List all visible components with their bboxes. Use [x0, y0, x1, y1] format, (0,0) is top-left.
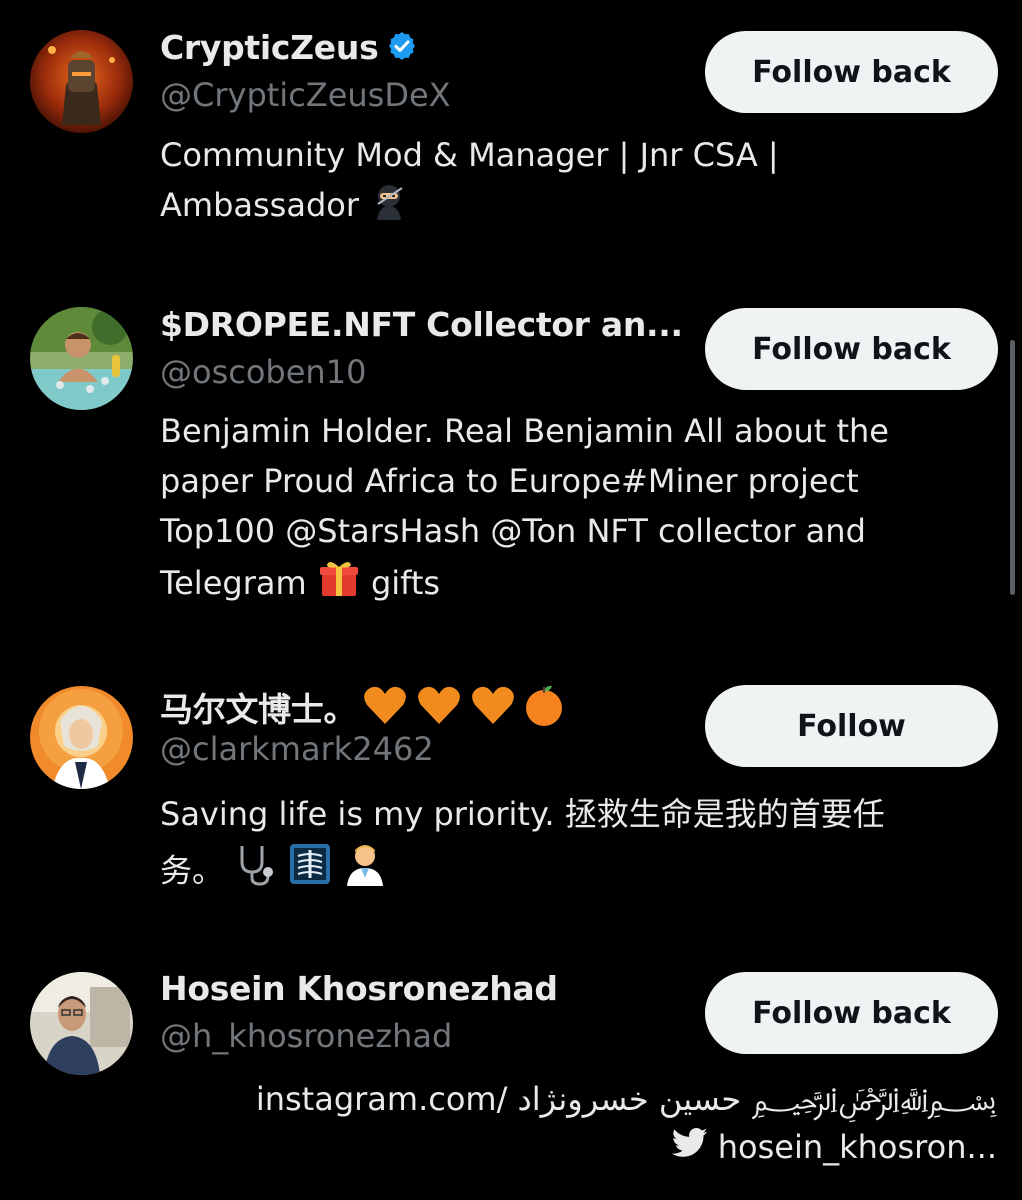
orange-heart-icon — [416, 683, 462, 731]
handle[interactable]: @oscoben10 — [160, 353, 366, 391]
bio-text: hosein_khosron... — [717, 1128, 997, 1166]
bio-line: hosein_khosron... — [671, 1128, 997, 1166]
gift-icon — [317, 556, 361, 614]
follow-back-button[interactable]: Follow back — [705, 972, 998, 1054]
ninja-icon — [369, 180, 409, 234]
orange-heart-icon — [470, 683, 516, 731]
bio-text: Ambassador — [160, 186, 359, 224]
bio-line: 务。 — [160, 842, 990, 903]
bio-text: instagram.com/ حسين خسرونژاد ﷽ — [255, 1080, 997, 1118]
display-name[interactable]: $DROPEE.NFT Collector an... — [160, 305, 683, 344]
account-row[interactable]: Hosein Khosronezhad @h_khosronezhad Foll… — [0, 940, 1022, 1200]
avatar[interactable] — [30, 30, 133, 133]
bio: Saving life is my priority. 拯救生命是我的首要任 务… — [160, 786, 990, 903]
scrollbar[interactable] — [1010, 340, 1015, 595]
bio-line: instagram.com/ حسين خسرونژاد ﷽ — [256, 1076, 997, 1131]
bio: Benjamin Holder. Real Benjamin All about… — [160, 406, 990, 614]
avatar[interactable] — [30, 307, 133, 410]
tangerine-icon — [522, 682, 566, 732]
bio-line: paper Proud Africa to Europe#Miner proje… — [160, 462, 859, 500]
bio-line: Ambassador — [160, 180, 990, 234]
bio-text: gifts — [370, 564, 441, 602]
bio-line: Saving life is my priority. 拯救生命是我的首要任 — [160, 795, 885, 833]
avatar[interactable] — [30, 972, 133, 1075]
xray-icon — [288, 842, 332, 903]
handle[interactable]: @clarkmark2462 — [160, 730, 434, 768]
bio-line: Top100 @StarsHash @Ton NFT collector and — [160, 512, 866, 550]
bio: Community Mod & Manager | Jnr CSA | Amba… — [160, 130, 990, 234]
display-name[interactable]: CrypticZeus — [160, 28, 379, 67]
display-name[interactable]: 马尔文博士。 — [160, 683, 357, 731]
orange-heart-icon — [362, 683, 408, 731]
handle[interactable]: @CrypticZeusDeX — [160, 76, 451, 114]
account-row[interactable]: CrypticZeus @CrypticZeusDeX Follow back … — [0, 0, 1022, 280]
bio-line: Community Mod & Manager | Jnr CSA | — [160, 136, 779, 174]
follow-back-button[interactable]: Follow back — [705, 308, 998, 390]
verified-badge-icon — [386, 30, 418, 66]
account-row[interactable]: $DROPEE.NFT Collector an... @oscoben10 F… — [0, 280, 1022, 650]
bio-text: Telegram — [160, 564, 307, 602]
avatar[interactable] — [30, 686, 133, 789]
bio-line: Telegram gifts — [160, 556, 990, 614]
follow-back-button[interactable]: Follow back — [705, 31, 998, 113]
bio-line: Benjamin Holder. Real Benjamin All about… — [160, 412, 889, 450]
bio-text: 务。 — [160, 851, 225, 890]
handle[interactable]: @h_khosronezhad — [160, 1017, 452, 1055]
stethoscope-icon — [234, 842, 278, 903]
health-worker-icon — [343, 842, 387, 903]
display-name[interactable]: Hosein Khosronezhad — [160, 969, 558, 1008]
twitter-bird-icon — [671, 1128, 708, 1166]
account-row[interactable]: 马尔文博士。 @clarkmark2462 Follow Saving life… — [0, 650, 1022, 940]
follow-button[interactable]: Follow — [705, 685, 998, 767]
